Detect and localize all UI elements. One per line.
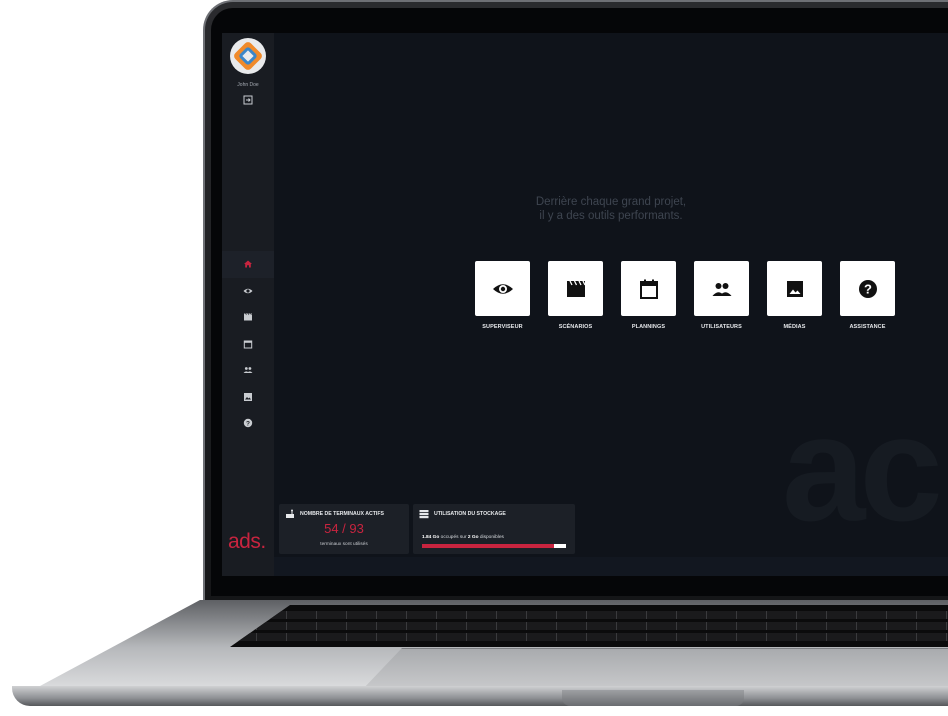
tile-box[interactable] [475,261,530,316]
avatar[interactable] [230,38,266,74]
sidebar-item-medias[interactable] [222,384,274,411]
storage-progress-fill [422,544,555,548]
brand-watermark: ac [782,384,943,552]
terminals-widget: NOMBRE DE TERMINAUX ACTIFS 54 / 93 termi… [279,504,409,554]
tile-box[interactable] [767,261,822,316]
storage-widget: UTILISATION DU STOCKAGE 1.84 Go occupés … [413,504,575,554]
eye-icon [492,283,513,294]
tile-box[interactable] [621,261,676,316]
storage-used: 1.84 Go [422,535,440,540]
tile-label: SUPERVISEUR [482,324,523,330]
tile-utilisateurs[interactable]: UTILISATEURS [694,261,749,330]
storage-mid-text: occupés sur [439,535,468,540]
laptop-trackpad [362,648,948,690]
terminals-count: 54 / 93 [324,521,364,536]
tile-label: MÉDIAS [783,324,806,330]
storage-widget-title: UTILISATION DU STOCKAGE [434,511,506,517]
tile-box[interactable]: ? [840,261,895,316]
tagline-line-2: il y a des outils performants. [539,210,683,222]
help-icon: ? [243,419,253,428]
logout-icon[interactable] [243,95,253,105]
storage-icon [419,510,429,519]
tile-medias[interactable]: MÉDIAS [767,261,822,330]
help-icon: ? [858,279,877,298]
terminals-note: terminaux sont utilisés [320,542,368,547]
storage-usage-text: 1.84 Go occupés sur 2 Go disponibles [422,535,504,540]
tile-scenarios[interactable]: SCÉNARIOS [548,261,603,330]
image-icon [244,392,252,401]
sidebar: John Doe ? ads. [222,33,274,576]
users-icon [712,282,731,296]
home-icon [244,260,252,268]
module-tiles: SUPERVISEUR SCÉNARIOS PLANNINGS UTILISAT… [475,261,895,330]
sidebar-item-scenarios[interactable] [222,304,274,331]
terminal-icon [286,509,294,518]
tagline: Derrière chaque grand projet, il y a des… [274,195,948,223]
storage-widget-header: UTILISATION DU STOCKAGE [419,509,506,519]
laptop-keyboard [230,605,948,647]
sidebar-item-plannings[interactable] [222,331,274,358]
tile-label: SCÉNARIOS [558,324,593,330]
laptop-notch [562,690,744,706]
brand-logo: ads. [228,530,266,553]
tile-label: UTILISATEURS [701,324,742,330]
clapperboard-icon [244,313,252,321]
sidebar-item-users[interactable] [222,357,274,384]
tile-label: PLANNINGS [631,324,666,330]
calendar-icon [243,340,253,349]
tile-superviseur[interactable]: SUPERVISEUR [475,261,530,330]
sidebar-nav: ? [222,251,274,437]
image-icon [786,280,803,297]
tile-plannings[interactable]: PLANNINGS [621,261,676,330]
bottom-strip [274,557,948,576]
tagline-line-1: Derrière chaque grand projet, [535,196,687,208]
laptop-front-edge [12,686,948,706]
storage-total: 2 Go [467,535,479,540]
svg-text:?: ? [864,281,872,296]
eye-icon [243,288,253,293]
app-screen: ac John Doe ? ads. Derrière chaque grand… [222,33,948,576]
terminals-widget-title: NOMBRE DE TERMINAUX ACTIFS [300,511,384,517]
sidebar-item-supervisor[interactable] [222,278,274,305]
calendar-icon [639,279,658,299]
storage-end-text: disponibles [478,535,504,540]
users-icon [243,367,253,374]
svg-text:?: ? [246,421,250,428]
sidebar-item-assistance[interactable]: ? [222,410,274,437]
storage-progress-bar [422,544,566,548]
tile-box[interactable] [548,261,603,316]
terminals-widget-header: NOMBRE DE TERMINAUX ACTIFS [285,509,384,519]
tile-box[interactable] [694,261,749,316]
tile-label: ASSISTANCE [849,324,886,330]
sidebar-item-home[interactable] [222,251,274,278]
clapperboard-icon [566,280,586,297]
user-name: John Doe [237,82,259,88]
tile-assistance[interactable]: ? ASSISTANCE [840,261,895,330]
